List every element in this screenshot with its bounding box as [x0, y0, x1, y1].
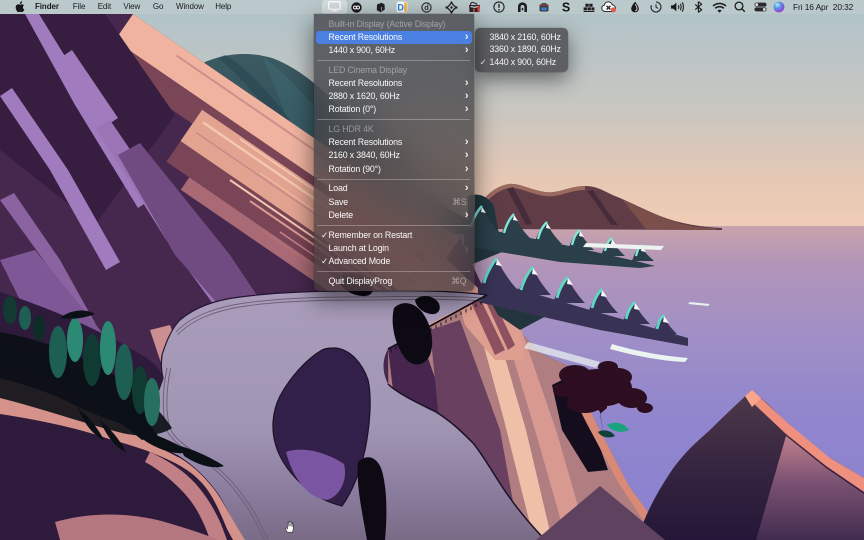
svg-text:S: S: [561, 1, 569, 13]
svg-text:D: D: [397, 2, 404, 12]
svg-text:d: d: [424, 3, 429, 12]
